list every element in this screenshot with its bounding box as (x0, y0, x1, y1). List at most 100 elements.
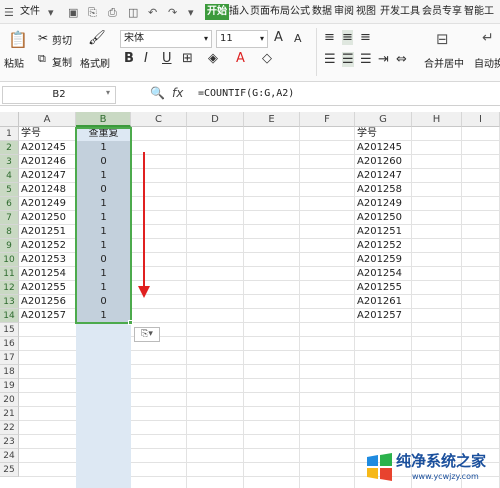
name-box-chevron-icon[interactable]: ▾ (106, 88, 110, 97)
wrap-text-icon[interactable]: ↵ (482, 30, 494, 46)
paste-label[interactable]: 粘贴 (4, 55, 24, 70)
row-header-1[interactable]: 1 (0, 127, 19, 141)
align-right-icon[interactable]: ☰ (360, 52, 372, 67)
column-header-g[interactable]: G (355, 112, 412, 127)
cell-g11[interactable]: A201254 (357, 267, 410, 281)
row-header-8[interactable]: 8 (0, 225, 19, 239)
cell-a3[interactable]: A201246 (21, 155, 74, 169)
row-header-5[interactable]: 5 (0, 183, 19, 197)
cell-a5[interactable]: A201248 (21, 183, 74, 197)
row-header-12[interactable]: 12 (0, 281, 19, 295)
row-header-7[interactable]: 7 (0, 211, 19, 225)
save-icon[interactable]: ▣ (68, 6, 78, 19)
row-header-20[interactable]: 20 (0, 393, 19, 407)
cell-a4[interactable]: A201247 (21, 169, 74, 183)
select-all-corner[interactable] (0, 112, 19, 127)
cell-a13[interactable]: A201256 (21, 295, 74, 309)
tab-vip[interactable]: 会员专享 (422, 4, 462, 20)
row-header-13[interactable]: 13 (0, 295, 19, 309)
cell-g9[interactable]: A201252 (357, 239, 410, 253)
underline-button[interactable]: U (162, 51, 172, 66)
cell-g2[interactable]: A201245 (357, 141, 410, 155)
font-color-icon[interactable]: A (236, 51, 245, 66)
paste-icon[interactable]: 📋 (8, 30, 28, 49)
tab-file[interactable]: 文件 (20, 4, 40, 20)
copy-button[interactable]: 复制 (52, 54, 72, 69)
cell-a11[interactable]: A201254 (21, 267, 74, 281)
row-header-2[interactable]: 2 (0, 141, 19, 155)
format-painter-icon[interactable]: 🖌 (88, 30, 106, 46)
cell-g3[interactable]: A201260 (357, 155, 410, 169)
column-header-f[interactable]: F (300, 112, 355, 127)
row-header-24[interactable]: 24 (0, 449, 19, 463)
row-header-11[interactable]: 11 (0, 267, 19, 281)
tab-insert[interactable]: 插入 (229, 4, 249, 20)
align-top-icon[interactable]: ≡ (324, 30, 335, 45)
cell-a2[interactable]: A201245 (21, 141, 74, 155)
tab-formula[interactable]: 公式 (290, 4, 310, 20)
fill-handle[interactable] (128, 320, 133, 325)
tab-developer[interactable]: 开发工具 (380, 4, 420, 20)
row-header-17[interactable]: 17 (0, 351, 19, 365)
print-icon[interactable]: ⎙ (108, 6, 117, 20)
font-size-select[interactable]: 11 ▾ (216, 30, 268, 48)
redo-icon[interactable]: ↷ (168, 6, 177, 19)
cell-a12[interactable]: A201255 (21, 281, 74, 295)
row-header-9[interactable]: 9 (0, 239, 19, 253)
fx-icon[interactable]: fx (172, 86, 183, 100)
zoom-search-icon[interactable]: 🔍 (150, 86, 165, 100)
cell-g12[interactable]: A201255 (357, 281, 410, 295)
column-header-h[interactable]: H (412, 112, 462, 127)
row-header-21[interactable]: 21 (0, 407, 19, 421)
font-shrink-button[interactable]: A (294, 32, 302, 45)
spreadsheet-grid[interactable]: ABCDEFGHI 1 2 3 4 5 6 7 8 9 10 11 12 13 14 15 16 17 18 19 2… (0, 112, 500, 488)
column-header-b[interactable]: B (76, 112, 131, 127)
cell-a9[interactable]: A201252 (21, 239, 74, 253)
formula-input[interactable]: =COUNTIF(G:G,A2) (198, 88, 294, 99)
align-left-icon[interactable]: ☰ (324, 52, 336, 67)
tab-start[interactable]: 开始 (205, 4, 229, 20)
column-header-e[interactable]: E (244, 112, 300, 127)
clear-format-icon[interactable]: ◇ (262, 51, 272, 66)
row-header-16[interactable]: 16 (0, 337, 19, 351)
more-chevron-icon[interactable]: ▾ (188, 6, 194, 19)
menu-icon[interactable]: ☰ (4, 6, 14, 19)
cell-g13[interactable]: A201261 (357, 295, 410, 309)
row-header-22[interactable]: 22 (0, 421, 19, 435)
row-header-25[interactable]: 25 (0, 463, 19, 477)
scissors-icon[interactable]: ✂ (38, 31, 48, 45)
export-icon[interactable]: ⎘ (88, 6, 97, 20)
cut-button[interactable]: 剪切 (52, 32, 72, 47)
cell-g5[interactable]: A201258 (357, 183, 410, 197)
italic-button[interactable]: I (144, 51, 148, 66)
cell-a14[interactable]: A201257 (21, 309, 74, 323)
tab-review[interactable]: 审阅 (334, 4, 354, 20)
align-middle-icon[interactable]: ≡ (342, 30, 353, 45)
row-header-19[interactable]: 19 (0, 379, 19, 393)
cell-a1[interactable]: 学号 (21, 127, 74, 141)
row-header-23[interactable]: 23 (0, 435, 19, 449)
undo-icon[interactable]: ↶ (148, 6, 157, 19)
bold-button[interactable]: B (124, 51, 134, 66)
merge-center-icon[interactable]: ⊟ (436, 30, 449, 48)
cell-a6[interactable]: A201249 (21, 197, 74, 211)
row-header-4[interactable]: 4 (0, 169, 19, 183)
row-header-6[interactable]: 6 (0, 197, 19, 211)
dropdown-chevron-icon[interactable]: ▾ (48, 6, 54, 19)
indent-icon[interactable]: ⇥ (378, 52, 389, 67)
font-name-select[interactable]: 宋体 ▾ (120, 30, 212, 48)
name-box[interactable]: B2 (2, 86, 116, 104)
format-painter-label[interactable]: 格式刷 (80, 55, 110, 70)
cell-a7[interactable]: A201250 (21, 211, 74, 225)
auto-wrap-button[interactable]: 自动换 (474, 55, 500, 70)
row-header-3[interactable]: 3 (0, 155, 19, 169)
copy-icon[interactable]: ⧉ (38, 52, 46, 66)
column-header-i[interactable]: I (462, 112, 500, 127)
cell-a10[interactable]: A201253 (21, 253, 74, 267)
tab-page-layout[interactable]: 页面布局 (250, 4, 290, 20)
cell-g10[interactable]: A201259 (357, 253, 410, 267)
fill-color-icon[interactable]: ◈ (208, 51, 218, 66)
cell-a8[interactable]: A201251 (21, 225, 74, 239)
tab-view[interactable]: 视图 (356, 4, 376, 20)
print-preview-icon[interactable]: ◫ (128, 6, 138, 19)
